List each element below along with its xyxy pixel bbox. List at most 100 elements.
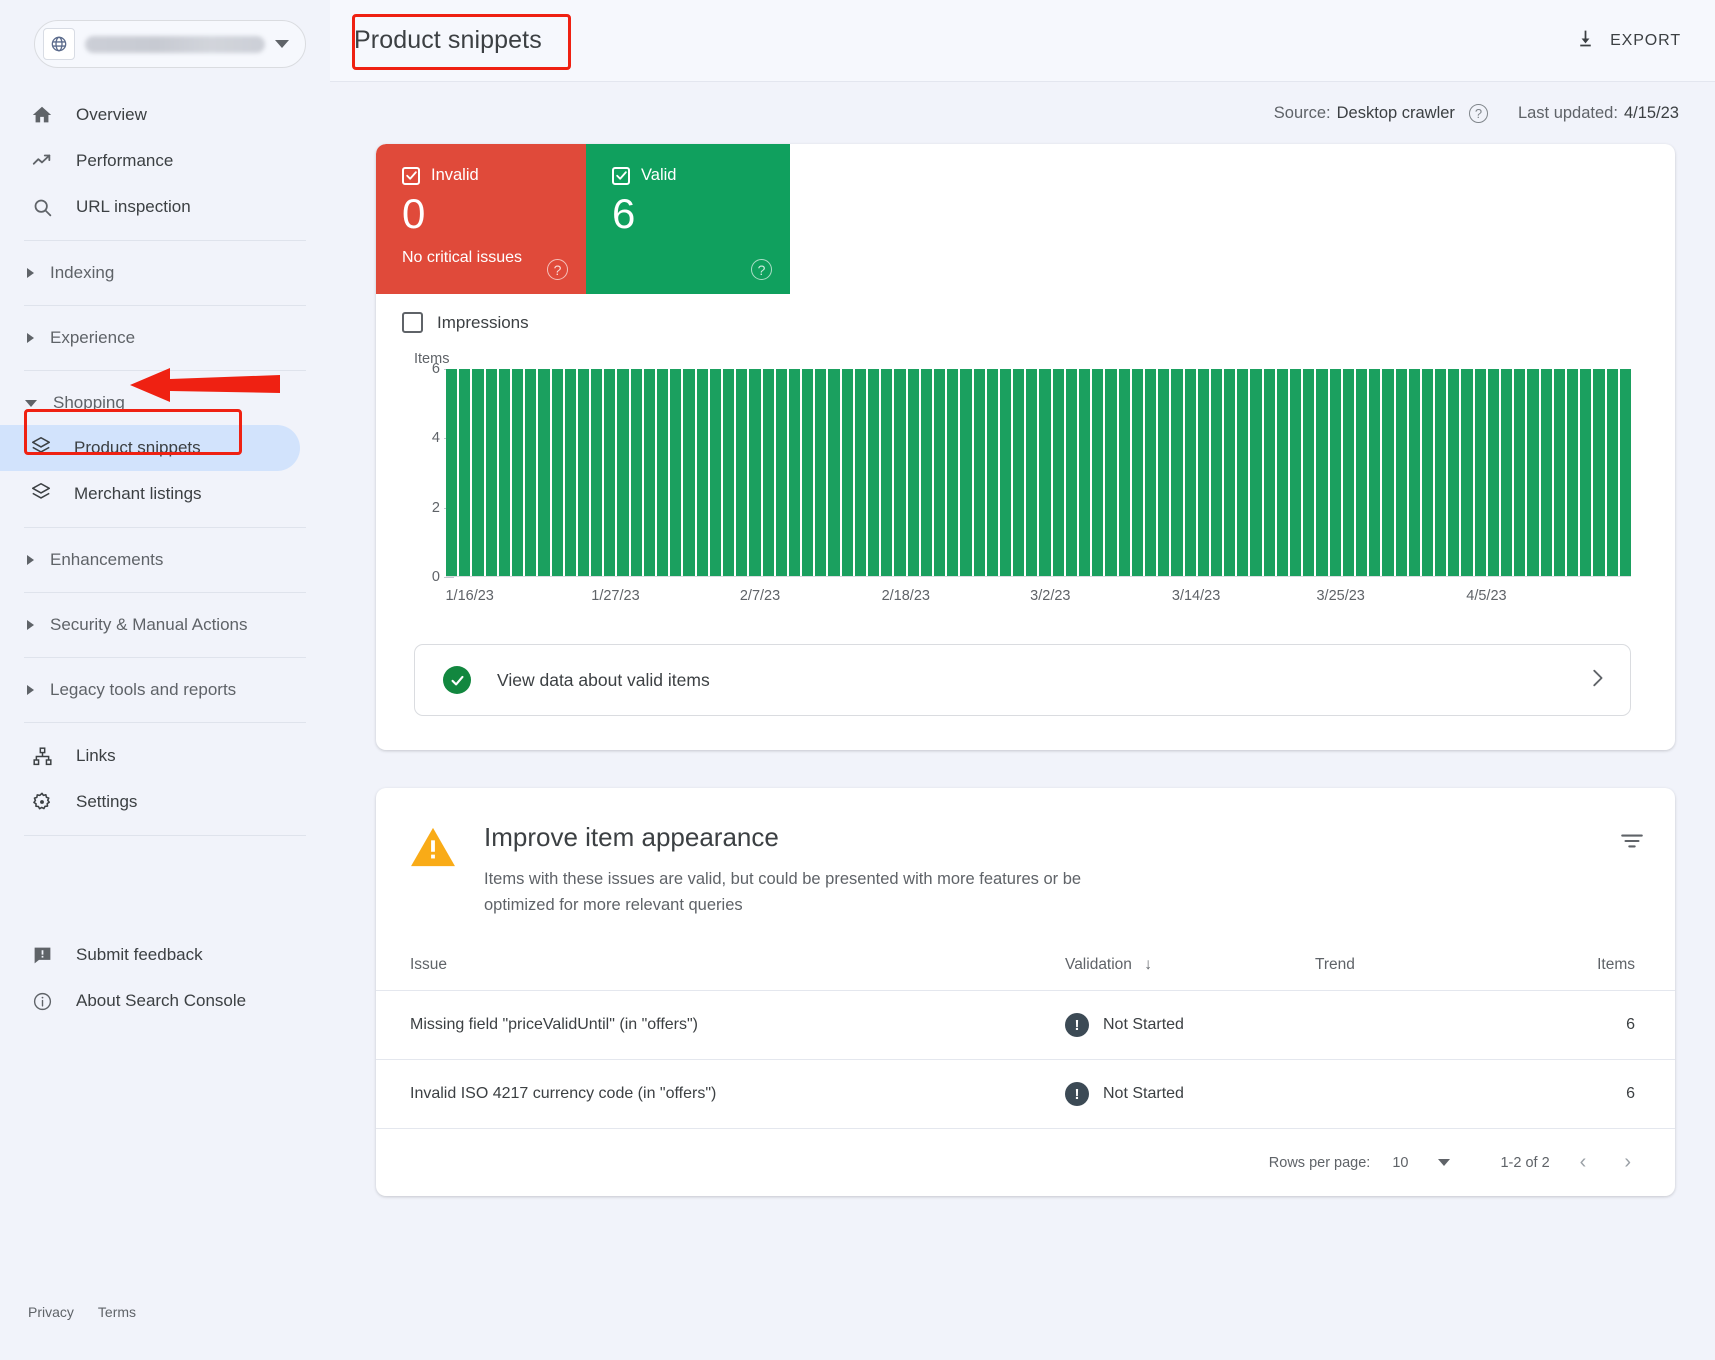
impressions-toggle[interactable]: Impressions [376,294,1675,341]
chart-bar[interactable] [538,369,550,577]
chart-bar[interactable] [683,369,695,577]
chart-bar[interactable] [1026,369,1038,577]
chart-bar[interactable] [894,369,906,577]
checkbox-checked-icon[interactable] [612,166,630,185]
sidebar-group-enhancements[interactable]: Enhancements [0,538,330,582]
chart-bar[interactable] [1514,369,1526,577]
sidebar-item-submit-feedback[interactable]: Submit feedback [0,932,330,978]
chart-bar[interactable] [1369,369,1381,577]
chart-bar[interactable] [854,369,866,577]
chevron-down-icon[interactable] [275,40,289,48]
chart-bar[interactable] [1263,369,1275,577]
sidebar-group-experience[interactable]: Experience [0,316,330,360]
chart-bar[interactable] [775,369,787,577]
checkbox-unchecked-icon[interactable] [402,312,423,333]
chart-bar[interactable] [1224,369,1236,577]
chart-bar[interactable] [630,369,642,577]
filter-icon[interactable] [1619,822,1645,918]
chart-bar[interactable] [604,369,616,577]
chart-bar[interactable] [525,369,537,577]
column-header-trend[interactable]: Trend [1315,956,1555,992]
status-tile-valid[interactable]: Valid 6 ? [586,144,790,294]
chart-bar[interactable] [1448,369,1460,577]
chart-bar[interactable] [1355,369,1368,577]
chart-bar[interactable] [1131,369,1143,577]
chart-bar[interactable] [1052,369,1064,577]
chart-bar[interactable] [1065,369,1077,577]
chart-bar[interactable] [1039,369,1051,577]
column-header-validation[interactable]: Validation ↓ [1065,956,1315,992]
chart-bar[interactable] [657,369,669,577]
sidebar-item-performance[interactable]: Performance [0,138,330,184]
chart-bar[interactable] [1158,369,1170,577]
chart-bar[interactable] [1092,369,1104,577]
sidebar-item-url-inspection[interactable]: URL inspection [0,184,330,230]
chart-bar[interactable] [709,369,721,577]
chart-bar[interactable] [920,369,932,577]
chart-bar[interactable] [973,369,985,577]
chart-bar[interactable] [1382,369,1394,577]
sidebar-item-settings[interactable]: Settings [0,779,330,825]
chart-bar[interactable] [1566,369,1579,577]
chart-bar[interactable] [564,369,576,577]
chart-bar[interactable] [1501,369,1513,577]
sidebar-item-about-search-console[interactable]: About Search Console [0,978,330,1024]
chart-bar[interactable] [802,369,814,577]
sidebar-item-product-snippets[interactable]: Product snippets [0,425,300,471]
pagination-next-button[interactable]: › [1616,1151,1639,1174]
chart-bar[interactable] [762,369,774,577]
chart-bar[interactable] [1474,369,1486,577]
chart-bar[interactable] [933,369,946,577]
sidebar-group-security-manual-actions[interactable]: Security & Manual Actions [0,603,330,647]
chart-bar[interactable] [841,369,853,577]
chart-bar[interactable] [1079,369,1091,577]
status-tile-invalid[interactable]: Invalid 0 No critical issues ? [376,144,586,294]
chart-bar[interactable] [1329,369,1341,577]
sidebar-item-overview[interactable]: Overview [0,92,330,138]
chart-bar[interactable] [1421,369,1434,577]
chart-bar[interactable] [1342,369,1354,577]
chart-bar[interactable] [577,369,590,577]
chart-bar[interactable] [1606,369,1618,577]
chart-bar[interactable] [1527,369,1539,577]
chart-bar[interactable] [1184,369,1196,577]
chart-bar[interactable] [1210,369,1223,577]
chart-bar[interactable] [1013,369,1025,577]
terms-link[interactable]: Terms [98,1304,136,1320]
sidebar-group-legacy-tools[interactable]: Legacy tools and reports [0,668,330,712]
chart-bar[interactable] [1553,369,1565,577]
pagination-prev-button[interactable]: ‹ [1572,1151,1595,1174]
chart-bar[interactable] [986,369,998,577]
chart-bar[interactable] [1303,369,1315,577]
chart-bar[interactable] [1105,369,1117,577]
sidebar-item-merchant-listings[interactable]: Merchant listings [0,471,300,517]
chart-bar[interactable] [815,369,827,577]
chart-bar[interactable] [960,369,972,577]
sidebar-group-shopping[interactable]: Shopping [0,381,330,425]
chart-bar[interactable] [643,369,655,577]
chart-bar[interactable] [1250,369,1262,577]
table-row[interactable]: Invalid ISO 4217 currency code (in "offe… [376,1059,1675,1130]
chart-bar[interactable] [1197,369,1209,577]
chart-bar[interactable] [498,369,510,577]
chart-bar[interactable] [947,369,959,577]
chart-bar[interactable] [591,369,603,577]
chart-bar[interactable] [1435,369,1447,577]
chart-bar[interactable] [551,369,563,577]
chart-bar[interactable] [788,369,801,577]
chart-bar[interactable] [828,369,840,577]
checkbox-checked-icon[interactable] [402,166,420,185]
help-circle-icon[interactable]: ? [1468,103,1488,123]
property-selector[interactable] [34,20,306,68]
chart-bar[interactable] [1395,369,1407,577]
export-button[interactable]: EXPORT [1575,28,1681,54]
chart-bar[interactable] [1171,369,1183,577]
chart-bar[interactable] [736,369,748,577]
chart-bar[interactable] [1461,369,1473,577]
chart-bar[interactable] [1580,369,1592,577]
view-valid-items-button[interactable]: View data about valid items [414,644,1631,716]
chart-bar[interactable] [749,369,761,577]
chart-bar[interactable] [1290,369,1302,577]
chart-bar[interactable] [1619,369,1631,577]
rows-per-page-select[interactable]: 10 [1392,1155,1451,1171]
